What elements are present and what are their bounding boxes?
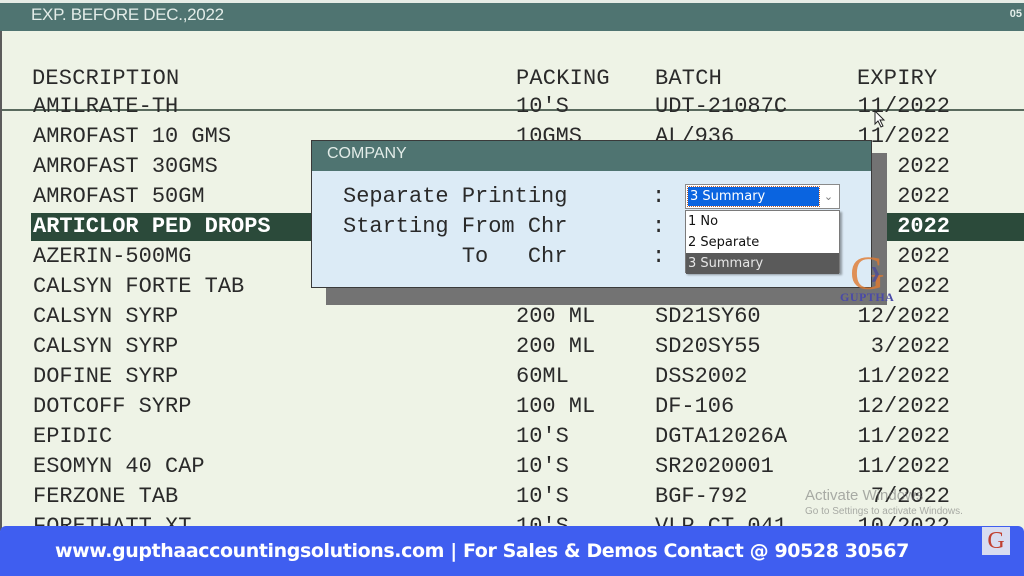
cell-batch: SD21SY60 [655, 304, 761, 329]
option-separate[interactable]: 2 Separate [686, 232, 839, 253]
cell-packing: 200 ML [516, 304, 596, 329]
separate-printing-select[interactable]: 3 Summary ⌄ [685, 184, 840, 209]
table-row[interactable]: DOFINE SYRP 60ML DSS2002 11/2022 [31, 363, 1024, 391]
starting-from-chr-label: Starting From Chr [343, 214, 568, 239]
dialog-title: COMPANY [312, 141, 871, 171]
logo-text: GUPTHA [840, 290, 895, 304]
select-value: 3 Summary [687, 186, 820, 207]
cell-packing: 60ML [516, 364, 569, 389]
cell-description: DOFINE SYRP [33, 364, 179, 389]
cell-description: ESOMYN 40 CAP [33, 454, 205, 479]
table-row[interactable]: DOTCOFF SYRP 100 ML DF-106 12/2022 [31, 393, 1024, 421]
cell-packing: 100 ML [516, 394, 596, 419]
cell-batch: SD20SY55 [655, 334, 761, 359]
promo-banner: www.gupthaaccountingsolutions.com | For … [0, 526, 1024, 576]
cell-description: AMROFAST 10 GMS [33, 124, 232, 149]
cell-expiry: 2022 [897, 214, 950, 239]
to-chr-colon: : [652, 244, 666, 269]
window-title: EXP. BEFORE DEC.,2022 [31, 5, 224, 24]
cell-batch: SR2020001 [655, 454, 774, 479]
window-titlebar: EXP. BEFORE DEC.,2022 05 [0, 0, 1024, 31]
cell-expiry: 12/2022 [857, 304, 950, 329]
cell-expiry: 12/2022 [857, 394, 950, 419]
activate-subtitle: Go to Settings to activate Windows. [805, 506, 963, 517]
cell-description: EPIDIC [33, 424, 113, 449]
select-dropdown-list: 1 No 2 Separate 3 Summary [685, 210, 840, 274]
cell-expiry: 11/2022 [857, 454, 950, 479]
cell-batch: DSS2002 [655, 364, 748, 389]
to-chr-label: To Chr [343, 244, 568, 269]
cell-packing: 10'S [516, 424, 569, 449]
cell-packing: 10'S [516, 94, 569, 119]
cell-description: CALSYN SYRP [33, 304, 179, 329]
column-header-description: DESCRIPTION [32, 66, 180, 91]
column-header-expiry: EXPIRY [857, 66, 938, 91]
cell-batch: DGTA12026A [655, 424, 788, 449]
mouse-cursor-icon [874, 110, 886, 128]
chevron-down-icon[interactable]: ⌄ [820, 187, 837, 206]
guptha-logo-watermark: G ❱ GUPTHA [840, 247, 910, 306]
option-summary[interactable]: 3 Summary [686, 253, 839, 274]
column-header-batch: BATCH [655, 66, 723, 91]
cell-description: AMROFAST 30GMS [33, 154, 218, 179]
cell-packing: 10'S [516, 484, 569, 509]
logo-wing-icon: ❱ [870, 266, 881, 286]
cell-expiry: 11/2022 [857, 94, 950, 119]
cell-description: AZERIN-500MG [33, 244, 192, 269]
cell-batch: DF-106 [655, 394, 735, 419]
cell-packing: 10'S [516, 454, 569, 479]
company-dialog: COMPANY Separate Printing : Starting Fro… [311, 140, 872, 288]
banner-text: www.gupthaaccountingsolutions.com | For … [55, 540, 909, 562]
cell-description: DOTCOFF SYRP [33, 394, 192, 419]
column-header-packing: PACKING [516, 66, 610, 91]
activate-windows-watermark: Activate Windows Go to Settings to activ… [805, 487, 963, 517]
cell-expiry: 11/2022 [857, 364, 950, 389]
starting-from-chr-colon: : [652, 214, 666, 239]
table-row[interactable]: ESOMYN 40 CAP 10'S SR2020001 11/2022 [31, 453, 1024, 481]
banner-logo-icon: G [982, 527, 1010, 555]
table-row[interactable]: EPIDIC 10'S DGTA12026A 11/2022 [31, 423, 1024, 451]
table-row[interactable]: CALSYN SYRP 200 ML SD20SY55 3/2022 [31, 333, 1024, 361]
cell-description: AMROFAST 50GM [33, 184, 205, 209]
cell-description: FERZONE TAB [33, 484, 179, 509]
cell-description: AMILRATE-TH [33, 94, 179, 119]
cell-description: ARTICLOR PED DROPS [33, 214, 271, 239]
separate-printing-colon: : [652, 184, 666, 209]
corner-text: 05 [1009, 8, 1022, 20]
activate-title: Activate Windows [805, 487, 924, 504]
cell-expiry: 11/2022 [857, 424, 950, 449]
table-row[interactable]: CALSYN SYRP 200 ML SD21SY60 12/2022 [31, 303, 1024, 331]
separate-printing-label: Separate Printing [343, 184, 568, 209]
cell-batch: BGF-792 [655, 484, 748, 509]
cell-expiry: 2022 [897, 154, 950, 179]
cell-expiry: 2022 [897, 184, 950, 209]
option-no[interactable]: 1 No [686, 211, 839, 232]
cell-description: CALSYN SYRP [33, 334, 179, 359]
cell-batch: UDT-21087C [655, 94, 788, 119]
cell-description: CALSYN FORTE TAB [33, 274, 245, 299]
cell-packing: 200 ML [516, 334, 596, 359]
cell-expiry: 3/2022 [870, 334, 950, 359]
